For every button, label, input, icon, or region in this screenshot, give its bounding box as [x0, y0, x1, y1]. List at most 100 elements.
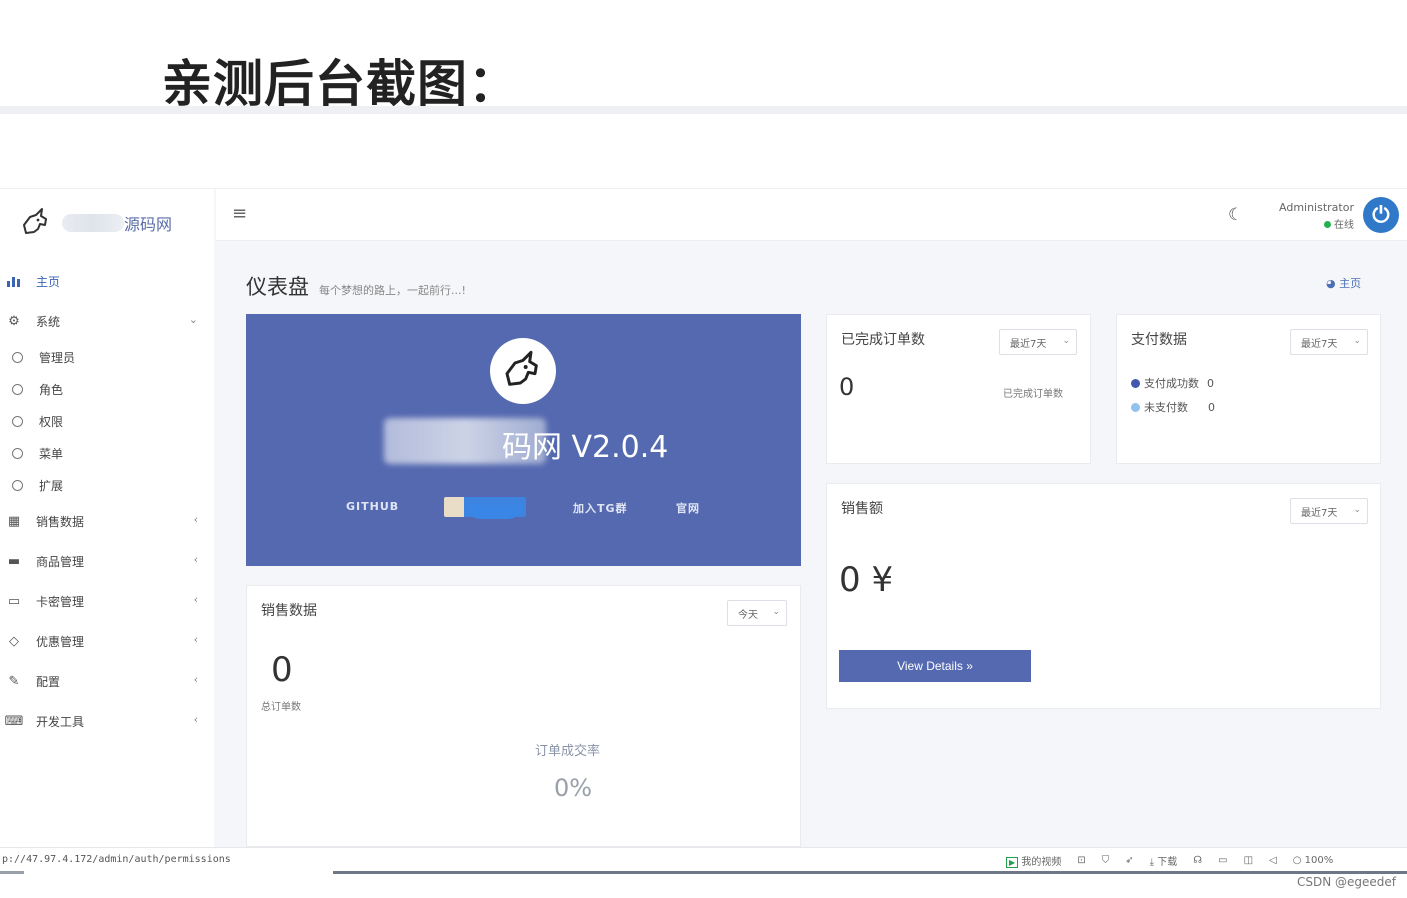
breadcrumb[interactable]: ◕ 主页 [1326, 275, 1361, 291]
power-icon[interactable]: ⏻ [1363, 197, 1399, 233]
sales-amount-card: 销售额 最近7天 ⌄ 0 ¥ View Details » [826, 483, 1381, 709]
download-button[interactable]: ⤓ 下载 [1150, 853, 1178, 868]
sidebar-subitem-permissions[interactable]: 权限 [0, 405, 214, 437]
volume-icon[interactable]: ◁ [1269, 855, 1277, 866]
hamburger-menu-icon[interactable]: ≡ [232, 203, 247, 224]
completed-orders-card: 已完成订单数 最近7天 ⌄ 0 已完成订单数 [826, 314, 1091, 464]
unicorn-logo-icon [505, 350, 538, 386]
sidebar-item-sales-data[interactable]: ▦ 销售数据 ‹ [0, 501, 214, 541]
shield-icon[interactable]: ⛉ [1102, 855, 1110, 866]
my-video-button[interactable]: ▶ 我的视频 [1006, 853, 1061, 868]
legend-row: 未支付数 0 [1131, 399, 1215, 415]
chevron-left-icon: ‹ [193, 633, 198, 646]
legend-dot [1131, 378, 1140, 388]
chevron-left-icon: ‹ [193, 673, 198, 686]
chevron-down-icon: ⌄ [1353, 505, 1361, 515]
status-tools: ▶ 我的视频 ⊡ ⛉ ➶ ⤓ 下载 ☊ ▭ ◫ ◁ ○ 100% [1006, 853, 1333, 868]
circle-icon [12, 351, 23, 363]
card-title: 支付数据 [1131, 332, 1187, 348]
chevron-left-icon: ‹ [193, 713, 198, 726]
view-details-button[interactable]: View Details » [839, 650, 1031, 682]
topbar: ≡ ☾ Administrator 在线 ⏻ [216, 189, 1407, 241]
circle-icon [12, 383, 23, 395]
zoom-control[interactable]: ○ 100% [1293, 855, 1334, 866]
restore-icon[interactable]: ◫ [1244, 855, 1253, 866]
page-subtitle: 每个梦想的路上，一起前行...! [319, 284, 466, 297]
sidebar-item-discounts[interactable]: ◇ 优惠管理 ‹ [0, 621, 214, 661]
browser-status-bar: p://47.97.4.172/admin/auth/permissions ▶… [0, 847, 1407, 873]
screenshot-icon[interactable]: ⊡ [1077, 855, 1085, 866]
brand[interactable]: 源码网 [18, 205, 172, 241]
play-icon: ▶ [1006, 857, 1019, 868]
period-select[interactable]: 最近7天 ⌄ [1290, 329, 1368, 355]
sidebar-subitem-roles[interactable]: 角色 [0, 373, 214, 405]
sidebar-nav: 主页 ⚙ 系统 ⌄ 管理员 角色 权限 菜单 扩展 ▦ 销售数据 ‹ ▬ 商品管… [0, 261, 214, 741]
zoom-level: 100% [1304, 855, 1334, 866]
sidebar-subitem-admins[interactable]: 管理员 [0, 341, 214, 373]
online-dot [1324, 221, 1331, 228]
completed-orders-value: 0 [839, 373, 855, 401]
legend-value: 0 [1208, 400, 1215, 414]
moon-icon[interactable]: ☾ [1228, 205, 1243, 225]
chevron-left-icon: ‹ [193, 593, 198, 606]
window-icon[interactable]: ▭ [1218, 855, 1227, 866]
sidebar-item-system[interactable]: ⚙ 系统 ⌄ [0, 301, 214, 341]
chevron-down-icon: ⌄ [1062, 336, 1070, 346]
github-link[interactable]: GITHUB [346, 500, 399, 513]
period-select[interactable]: 最近7天 ⌄ [1290, 498, 1368, 524]
wrench-icon: ✎ [8, 673, 20, 689]
period-select[interactable]: 最近7天 ⌄ [999, 329, 1077, 355]
sidebar-item-label: 销售数据 [36, 514, 85, 529]
legend-label: 支付成功数 [1144, 377, 1199, 390]
conversion-rate-label: 订单成交率 [535, 744, 601, 759]
chevron-down-icon: ⌄ [188, 313, 198, 326]
sidebar-subitem-menu[interactable]: 菜单 [0, 437, 214, 469]
speed-icon[interactable]: ➶ [1125, 855, 1133, 866]
my-video-label: 我的视频 [1021, 857, 1062, 868]
card-title: 销售数据 [261, 603, 317, 619]
sidebar-item-products[interactable]: ▬ 商品管理 ‹ [0, 541, 214, 581]
circle-icon [12, 415, 23, 427]
sidebar-item-config[interactable]: ✎ 配置 ‹ [0, 661, 214, 701]
status-url: p://47.97.4.172/admin/auth/permissions [2, 854, 231, 865]
keyboard-icon: ⌨ [4, 713, 24, 729]
sidebar-subitem-label: 扩展 [39, 478, 64, 493]
sidebar-item-cards[interactable]: ▭ 卡密管理 ‹ [0, 581, 214, 621]
sidebar-subitem-extensions[interactable]: 扩展 [0, 469, 214, 501]
user-status: 在线 [1274, 216, 1354, 231]
sidebar-item-home[interactable]: 主页 [0, 261, 214, 301]
sales-data-card: 销售数据 今天 ⌄ 0 总订单数 订单成交率 0% [246, 585, 801, 847]
sidebar-item-label: 卡密管理 [36, 594, 85, 609]
user-info[interactable]: Administrator 在线 [1274, 201, 1354, 231]
blurred-badge[interactable] [444, 497, 526, 519]
scrollbar-left [0, 871, 24, 874]
legend-label: 未支付数 [1144, 401, 1188, 414]
chevron-down-icon: ⌄ [772, 607, 780, 617]
period-select[interactable]: 今天 ⌄ [727, 600, 787, 626]
telegram-link[interactable]: 加入TG群 [573, 500, 628, 516]
chevron-down-icon: ⌄ [1353, 336, 1361, 346]
table-icon: ▦ [7, 513, 21, 529]
sidebar-item-dev-tools[interactable]: ⌨ 开发工具 ‹ [0, 701, 214, 741]
zoom-icon: ○ [1292, 855, 1305, 866]
legend-dot [1131, 402, 1140, 412]
hero-card: 码网 V2.0.4 GITHUB 加入TG群 官网 [246, 314, 801, 566]
content-header: 仪表盘 每个梦想的路上，一起前行...! [246, 271, 466, 301]
sidebar-item-label: 系统 [36, 314, 61, 329]
sidebar-item-label: 优惠管理 [36, 634, 85, 649]
hero-name: 码网 V2.0.4 [502, 430, 669, 465]
official-site-link[interactable]: 官网 [676, 500, 700, 516]
scrollbar[interactable] [333, 871, 1407, 874]
unicorn-logo-icon [23, 208, 47, 234]
sidebar-item-label: 主页 [36, 274, 61, 289]
watermark: CSDN @egeedef [1297, 875, 1397, 889]
period-select-value: 最近7天 [1301, 338, 1338, 350]
circle-icon [12, 479, 23, 491]
download-label: 下载 [1157, 857, 1178, 868]
sidebar-subitem-label: 菜单 [39, 446, 64, 461]
page: 亲测后台截图： 源码网 主页 ⚙ 系统 ⌄ 管理员 角色 权限 菜单 扩展 ▦ … [0, 0, 1407, 898]
headset-icon[interactable]: ☊ [1193, 855, 1202, 866]
page-title: 仪表盘 [246, 275, 309, 299]
sidebar-subitem-label: 权限 [39, 414, 64, 429]
legend-value: 0 [1207, 376, 1214, 390]
